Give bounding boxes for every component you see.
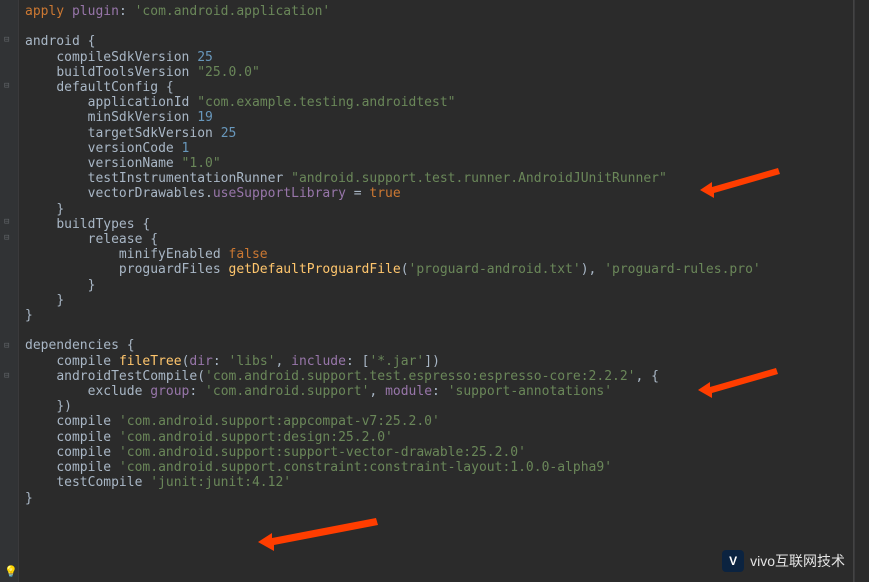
fold-icon[interactable]: ⊟: [4, 82, 13, 91]
code-line: }: [25, 278, 95, 293]
code-line: buildToolsVersion "25.0.0": [25, 65, 260, 80]
fold-icon[interactable]: ⊟: [4, 36, 13, 45]
code-line: compile 'com.android.support:support-vec…: [25, 445, 526, 460]
code-line: targetSdkVersion 25: [25, 126, 236, 141]
code-line: dependencies {: [25, 338, 135, 353]
code-line: androidTestCompile('com.android.support.…: [25, 369, 659, 384]
watermark: V vivo互联网技术: [722, 550, 845, 572]
code-line: android {: [25, 34, 95, 49]
code-line: vectorDrawables.useSupportLibrary = true: [25, 186, 401, 201]
code-line: }: [25, 293, 64, 308]
code-line: }: [25, 308, 33, 323]
code-area[interactable]: apply plugin: 'com.android.application' …: [19, 0, 854, 582]
code-line: compile fileTree(dir: 'libs', include: […: [25, 354, 440, 369]
intention-bulb-icon[interactable]: 💡: [4, 566, 16, 578]
watermark-text: vivo互联网技术: [750, 551, 845, 571]
code-line: }: [25, 491, 33, 506]
code-line: compile 'com.android.support:design:25.2…: [25, 430, 393, 445]
code-line: applicationId "com.example.testing.andro…: [25, 95, 455, 110]
code-line: }): [25, 399, 72, 414]
right-margin: [854, 0, 869, 582]
code-line: compileSdkVersion 25: [25, 50, 213, 65]
code-line: compile 'com.android.support:appcompat-v…: [25, 414, 440, 429]
code-line: apply plugin: 'com.android.application': [25, 4, 330, 19]
code-line: minSdkVersion 19: [25, 110, 213, 125]
editor-window: ⊟ ⊟ ⊟ ⊟ ⊟ ⊟ 💡 apply plugin: 'com.android…: [0, 0, 869, 582]
code-line: exclude group: 'com.android.support', mo…: [25, 384, 612, 399]
code-line: compile 'com.android.support.constraint:…: [25, 460, 612, 475]
code-line: testCompile 'junit:junit:4.12': [25, 475, 291, 490]
code-line: testInstrumentationRunner "android.suppo…: [25, 171, 667, 186]
watermark-icon: V: [722, 550, 744, 572]
code-line: buildTypes {: [25, 217, 150, 232]
fold-icon[interactable]: ⊟: [4, 218, 13, 227]
code-line: versionCode 1: [25, 141, 189, 156]
fold-icon[interactable]: ⊟: [4, 234, 13, 243]
gutter: ⊟ ⊟ ⊟ ⊟ ⊟ ⊟ 💡: [0, 0, 19, 582]
code-line: minifyEnabled false: [25, 247, 268, 262]
code-line: defaultConfig {: [25, 80, 174, 95]
code-line: proguardFiles getDefaultProguardFile('pr…: [25, 262, 761, 277]
code-line: versionName "1.0": [25, 156, 221, 171]
code-line: release {: [25, 232, 158, 247]
code-line: }: [25, 202, 64, 217]
fold-icon[interactable]: ⊟: [4, 342, 13, 351]
fold-icon[interactable]: ⊟: [4, 372, 13, 381]
